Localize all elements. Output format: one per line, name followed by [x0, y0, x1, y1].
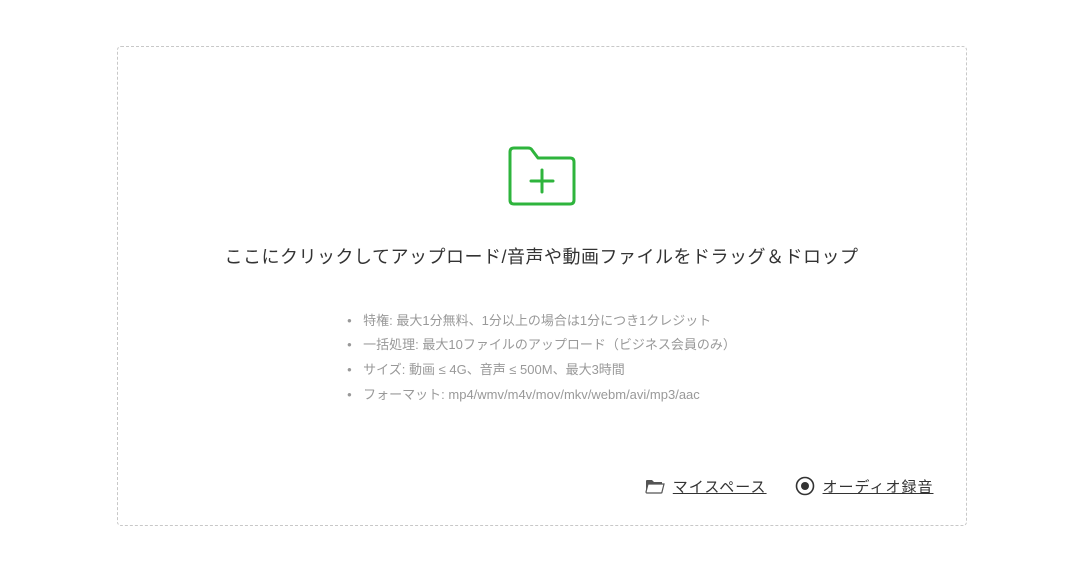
audio-record-label: オーディオ録音: [823, 476, 934, 497]
audio-record-link[interactable]: オーディオ録音: [795, 476, 934, 497]
myspace-label: マイスペース: [673, 476, 767, 497]
bottom-actions: マイスペース オーディオ録音: [645, 476, 934, 497]
info-item: サイズ: 動画 ≤ 4G、音声 ≤ 500M、最大3時間: [347, 358, 736, 383]
info-item: 特権: 最大1分無料、1分以上の場合は1分につき1クレジット: [347, 309, 736, 334]
upload-heading: ここにクリックしてアップロード/音声や動画ファイルをドラッグ＆ドロップ: [225, 243, 859, 269]
upload-dropzone[interactable]: ここにクリックしてアップロード/音声や動画ファイルをドラッグ＆ドロップ 特権: …: [117, 46, 967, 526]
myspace-link[interactable]: マイスペース: [645, 476, 767, 497]
info-item: フォーマット: mp4/wmv/m4v/mov/mkv/webm/avi/mp3…: [347, 383, 736, 408]
upload-info-list: 特権: 最大1分無料、1分以上の場合は1分につき1クレジット 一括処理: 最大1…: [347, 309, 736, 408]
record-icon: [795, 476, 815, 496]
info-item: 一括処理: 最大10ファイルのアップロード（ビジネス会員のみ）: [347, 333, 736, 358]
folder-open-icon: [645, 478, 665, 494]
folder-plus-icon: [504, 142, 580, 213]
